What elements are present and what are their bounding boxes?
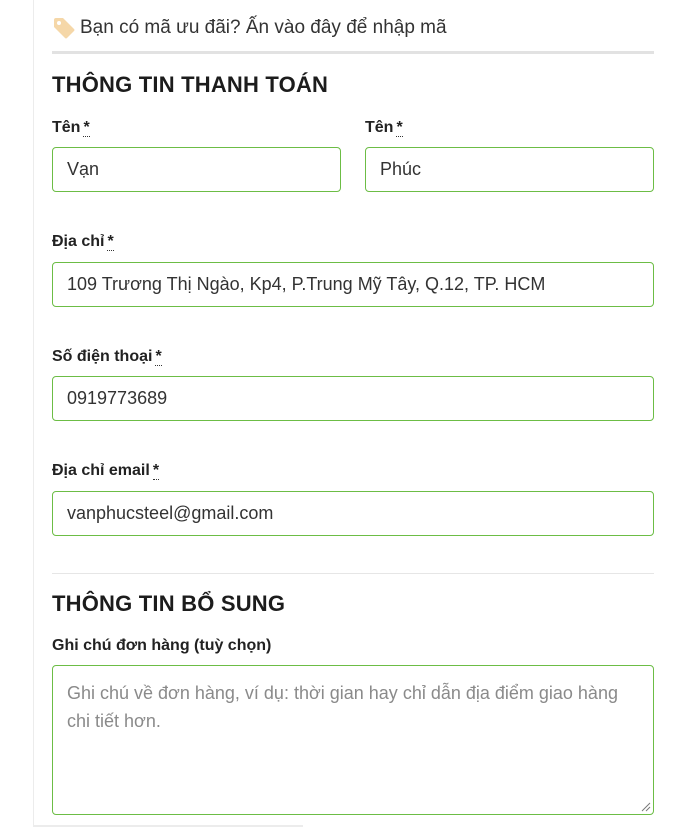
billing-section-title: THÔNG TIN THANH TOÁN [52,72,329,97]
email-field[interactable] [52,491,654,536]
additional-section-title: THÔNG TIN BỔ SUNG [52,591,286,616]
first-name-field[interactable] [52,147,341,192]
last-name-label-text: Tên [365,119,394,136]
email-label: Địa chỉ email * [52,462,160,480]
last-name-input[interactable] [380,159,639,180]
phone-field[interactable] [52,376,654,421]
phone-label-text: Số điện thoại [52,348,153,365]
first-name-label: Tên * [52,119,90,137]
address-label: Địa chỉ * [52,233,114,251]
required-mark: * [396,119,403,137]
order-notes-textarea[interactable] [52,665,654,815]
phone-input[interactable] [67,388,639,409]
content-left-border [33,0,34,827]
tag-icon [52,16,76,40]
resize-grip-icon[interactable] [641,802,651,812]
address-field[interactable] [52,262,654,307]
last-name-field[interactable] [365,147,654,192]
required-mark: * [152,462,160,480]
first-name-input[interactable] [67,159,326,180]
email-label-text: Địa chỉ email [52,462,150,479]
required-mark: * [83,119,90,137]
last-name-label: Tên * [365,119,403,137]
coupon-toggle[interactable]: Bạn có mã ưu đãi? Ấn vào đây để nhập mã [52,14,447,42]
coupon-link-text[interactable]: Bạn có mã ưu đãi? Ấn vào đây để nhập mã [80,17,447,39]
section-divider [52,573,654,574]
phone-label: Số điện thoại * [52,348,162,366]
section-divider [52,51,654,54]
address-input[interactable] [67,274,639,295]
first-name-label-text: Tên [52,119,81,136]
order-notes-label: Ghi chú đơn hàng (tuỳ chọn) [52,637,272,654]
required-mark: * [155,348,162,366]
required-mark: * [107,233,114,251]
address-label-text: Địa chỉ [52,233,105,250]
email-input[interactable] [67,503,639,524]
